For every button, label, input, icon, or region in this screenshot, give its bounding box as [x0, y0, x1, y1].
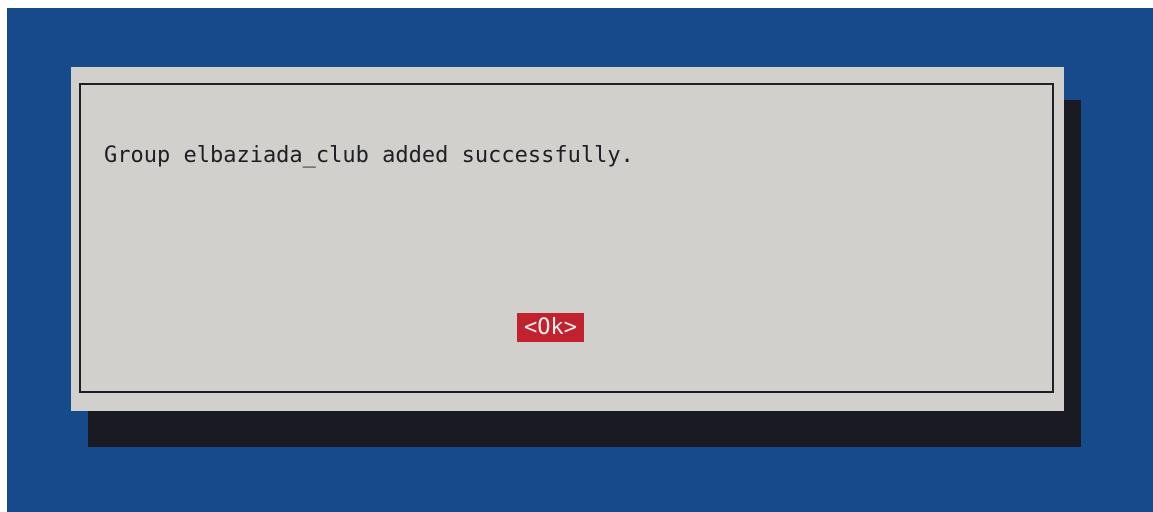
dialog-border — [79, 83, 1054, 393]
message-dialog — [71, 67, 1064, 411]
ok-button[interactable]: <Ok> — [517, 313, 584, 342]
dialog-message: Group elbaziada_club added successfully. — [104, 143, 634, 168]
